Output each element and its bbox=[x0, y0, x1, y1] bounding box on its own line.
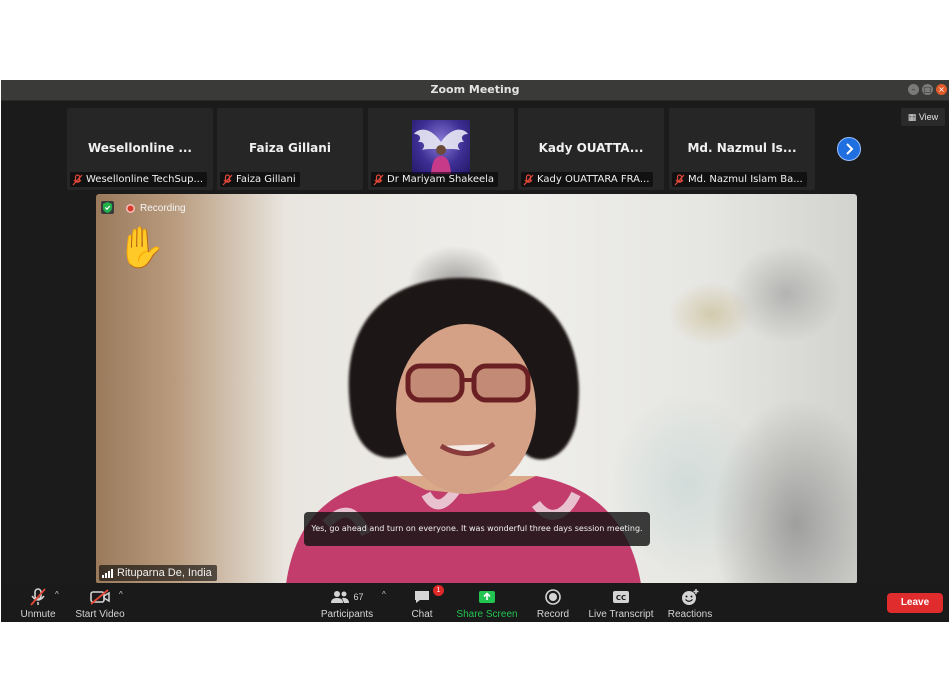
recording-label: Recording bbox=[140, 203, 186, 214]
participant-label: Md. Nazmul Islam Ba... bbox=[672, 172, 807, 187]
speaker-name-label: Rituparna De, India bbox=[99, 565, 217, 581]
participant-name: Dr Mariyam Shakeela bbox=[387, 174, 495, 185]
audio-options-caret-icon[interactable]: ^ bbox=[55, 590, 59, 599]
participant-tile[interactable]: Faiza Gillani Faiza Gillani bbox=[217, 108, 363, 190]
angel-wings-image bbox=[414, 129, 468, 174]
view-button[interactable]: ▦ View bbox=[901, 108, 945, 126]
participants-options-caret-icon[interactable]: ^ bbox=[382, 590, 386, 599]
security-shield-icon[interactable] bbox=[101, 201, 114, 214]
chat-unread-badge: 1 bbox=[433, 585, 444, 596]
record-icon bbox=[545, 589, 561, 605]
participant-video-thumbnail bbox=[412, 120, 470, 174]
share-screen-icon bbox=[479, 591, 495, 603]
participants-label: Participants bbox=[320, 609, 374, 620]
participant-label: Wesellonline TechSup... bbox=[70, 172, 208, 187]
participant-tile[interactable]: Wesellonline ... Wesellonline TechSup... bbox=[67, 108, 213, 190]
participant-tile[interactable]: Kady OUATTA... Kady OUATTARA FRA... bbox=[518, 108, 664, 190]
participant-label: Dr Mariyam Shakeela bbox=[371, 172, 499, 187]
muted-mic-icon bbox=[674, 173, 685, 185]
muted-mic-icon bbox=[222, 173, 233, 185]
view-label: View bbox=[918, 112, 939, 122]
participants-button[interactable]: 67 Participants bbox=[319, 583, 375, 622]
start-video-label: Start Video bbox=[75, 609, 125, 620]
muted-mic-icon bbox=[373, 173, 384, 185]
raised-hand-icon: ✋ bbox=[116, 226, 166, 270]
chevron-right-icon bbox=[846, 143, 854, 155]
share-screen-button[interactable]: Share Screen bbox=[456, 583, 518, 622]
participant-display-name: Wesellonline ... bbox=[87, 141, 192, 155]
share-screen-label: Share Screen bbox=[456, 609, 518, 620]
participant-label: Kady OUATTARA FRA... bbox=[521, 172, 654, 187]
close-icon[interactable]: × bbox=[936, 84, 947, 95]
record-button[interactable]: Record bbox=[535, 583, 571, 622]
participant-tile[interactable]: Dr Mariyam Shakeela bbox=[368, 108, 514, 190]
participant-display-name: Faiza Gillani bbox=[249, 141, 331, 155]
reactions-button[interactable]: Reactions bbox=[667, 583, 713, 622]
closed-caption: Yes, go ahead and turn on everyone. It w… bbox=[304, 512, 650, 546]
reactions-label: Reactions bbox=[667, 609, 713, 620]
zoom-window: Zoom Meeting – □ × Wesellonline ... Wese… bbox=[1, 80, 949, 622]
participant-name: Kady OUATTARA FRA... bbox=[537, 174, 650, 185]
chat-icon bbox=[415, 591, 429, 603]
next-page-button[interactable] bbox=[837, 137, 861, 161]
active-speaker-video[interactable]: Recording ✋ Yes, go ahead and turn on ev… bbox=[96, 194, 857, 584]
live-transcript-label: Live Transcript bbox=[588, 609, 654, 620]
participants-count: 67 bbox=[353, 592, 364, 602]
muted-mic-icon bbox=[72, 173, 83, 185]
muted-microphone-icon bbox=[30, 588, 46, 606]
video-off-icon bbox=[90, 589, 110, 605]
leave-button[interactable]: Leave bbox=[887, 593, 943, 613]
participant-display-name: Kady OUATTA... bbox=[538, 141, 644, 155]
participant-name: Wesellonline TechSup... bbox=[86, 174, 204, 185]
maximize-icon[interactable]: □ bbox=[922, 84, 933, 95]
record-label: Record bbox=[536, 609, 570, 620]
chat-label: Chat bbox=[411, 609, 433, 620]
participants-icon bbox=[331, 591, 350, 603]
recording-indicator[interactable]: Recording bbox=[126, 202, 186, 215]
video-options-caret-icon[interactable]: ^ bbox=[119, 590, 123, 599]
muted-mic-icon bbox=[523, 173, 534, 185]
start-video-button[interactable]: Start Video bbox=[73, 583, 127, 622]
participant-tile[interactable]: Md. Nazmul Is... Md. Nazmul Islam Ba... bbox=[669, 108, 815, 190]
record-dot-icon bbox=[126, 204, 135, 213]
minimize-icon[interactable]: – bbox=[908, 84, 919, 95]
title-bar: Zoom Meeting – □ × bbox=[1, 80, 949, 101]
signal-strength-icon bbox=[102, 568, 113, 578]
meeting-toolbar: Unmute ^ Start Video ^ 67 Participants ^… bbox=[1, 583, 949, 622]
participant-display-name: Md. Nazmul Is... bbox=[687, 141, 797, 155]
speaker-name: Rituparna De, India bbox=[117, 567, 212, 579]
emoji-reaction-icon bbox=[682, 589, 699, 605]
participant-name: Faiza Gillani bbox=[236, 174, 296, 185]
closed-caption-icon: CC bbox=[613, 591, 629, 603]
live-transcript-button[interactable]: CC Live Transcript bbox=[587, 583, 655, 622]
unmute-label: Unmute bbox=[20, 609, 56, 620]
grid-icon: ▦ bbox=[907, 112, 917, 122]
unmute-button[interactable]: Unmute bbox=[17, 583, 59, 622]
participant-label: Faiza Gillani bbox=[220, 172, 300, 187]
svg-text:CC: CC bbox=[616, 594, 626, 602]
window-title: Zoom Meeting bbox=[430, 83, 520, 96]
participant-name: Md. Nazmul Islam Ba... bbox=[688, 174, 803, 185]
chat-button[interactable]: 1 Chat bbox=[407, 583, 444, 622]
